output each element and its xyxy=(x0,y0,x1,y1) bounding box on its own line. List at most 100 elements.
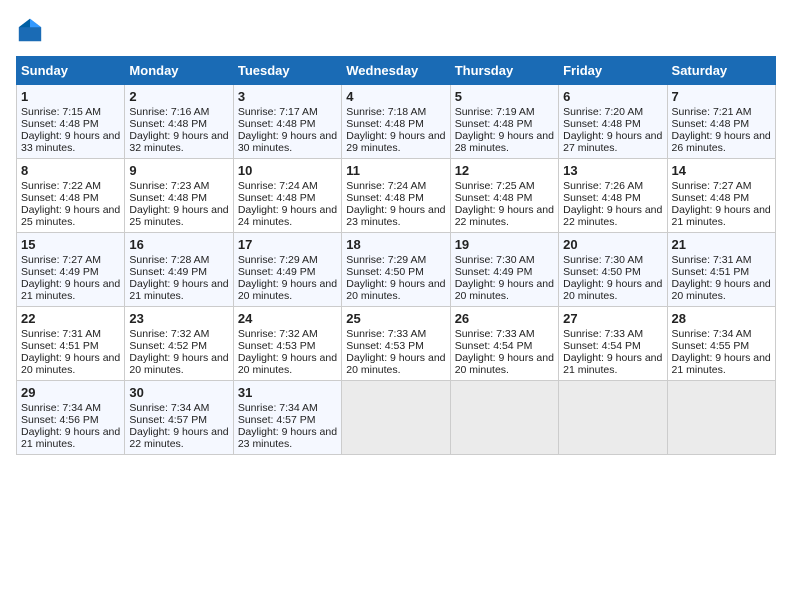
calendar-cell: 16Sunrise: 7:28 AMSunset: 4:49 PMDayligh… xyxy=(125,233,233,307)
calendar-week-row: 15Sunrise: 7:27 AMSunset: 4:49 PMDayligh… xyxy=(17,233,776,307)
calendar-cell: 1Sunrise: 7:15 AMSunset: 4:48 PMDaylight… xyxy=(17,85,125,159)
day-number: 22 xyxy=(21,311,120,326)
column-header-thursday: Thursday xyxy=(450,57,558,85)
daylight-text: Daylight: 9 hours and 23 minutes. xyxy=(346,204,445,228)
sunset-text: Sunset: 4:48 PM xyxy=(346,118,424,130)
sunrise-text: Sunrise: 7:23 AM xyxy=(129,180,209,192)
sunrise-text: Sunrise: 7:30 AM xyxy=(455,254,535,266)
daylight-text: Daylight: 9 hours and 27 minutes. xyxy=(563,130,662,154)
sunset-text: Sunset: 4:54 PM xyxy=(455,340,533,352)
daylight-text: Daylight: 9 hours and 22 minutes. xyxy=(563,204,662,228)
sunset-text: Sunset: 4:49 PM xyxy=(21,266,99,278)
day-number: 7 xyxy=(672,89,771,104)
day-number: 20 xyxy=(563,237,662,252)
sunset-text: Sunset: 4:48 PM xyxy=(455,118,533,130)
sunrise-text: Sunrise: 7:22 AM xyxy=(21,180,101,192)
day-number: 26 xyxy=(455,311,554,326)
day-number: 15 xyxy=(21,237,120,252)
day-number: 18 xyxy=(346,237,445,252)
sunrise-text: Sunrise: 7:26 AM xyxy=(563,180,643,192)
calendar-cell: 12Sunrise: 7:25 AMSunset: 4:48 PMDayligh… xyxy=(450,159,558,233)
day-number: 9 xyxy=(129,163,228,178)
sunrise-text: Sunrise: 7:31 AM xyxy=(21,328,101,340)
daylight-text: Daylight: 9 hours and 33 minutes. xyxy=(21,130,120,154)
daylight-text: Daylight: 9 hours and 24 minutes. xyxy=(238,204,337,228)
daylight-text: Daylight: 9 hours and 21 minutes. xyxy=(672,352,771,376)
day-number: 6 xyxy=(563,89,662,104)
calendar-cell: 15 Sunrise: 7:27 AMSunset: 4:49 PMDayligh… xyxy=(17,233,125,307)
daylight-text: Daylight: 9 hours and 20 minutes. xyxy=(21,352,120,376)
calendar-cell: 5Sunrise: 7:19 AMSunset: 4:48 PMDaylight… xyxy=(450,85,558,159)
sunset-text: Sunset: 4:48 PM xyxy=(129,192,207,204)
calendar-table: SundayMondayTuesdayWednesdayThursdayFrid… xyxy=(16,56,776,455)
calendar-cell: 17Sunrise: 7:29 AMSunset: 4:49 PMDayligh… xyxy=(233,233,341,307)
sunrise-text: Sunrise: 7:18 AM xyxy=(346,106,426,118)
sunset-text: Sunset: 4:57 PM xyxy=(129,414,207,426)
calendar-cell: 23Sunrise: 7:32 AMSunset: 4:52 PMDayligh… xyxy=(125,307,233,381)
sunset-text: Sunset: 4:48 PM xyxy=(455,192,533,204)
day-number: 28 xyxy=(672,311,771,326)
logo-icon xyxy=(16,16,44,44)
calendar-week-row: 1Sunrise: 7:15 AMSunset: 4:48 PMDaylight… xyxy=(17,85,776,159)
column-header-monday: Monday xyxy=(125,57,233,85)
daylight-text: Daylight: 9 hours and 21 minutes. xyxy=(21,278,120,302)
sunrise-text: Sunrise: 7:15 AM xyxy=(21,106,101,118)
day-number: 5 xyxy=(455,89,554,104)
calendar-week-row: 22Sunrise: 7:31 AMSunset: 4:51 PMDayligh… xyxy=(17,307,776,381)
daylight-text: Daylight: 9 hours and 20 minutes. xyxy=(238,352,337,376)
daylight-text: Daylight: 9 hours and 20 minutes. xyxy=(346,352,445,376)
sunset-text: Sunset: 4:56 PM xyxy=(21,414,99,426)
calendar-cell: 13Sunrise: 7:26 AMSunset: 4:48 PMDayligh… xyxy=(559,159,667,233)
calendar-cell: 19Sunrise: 7:30 AMSunset: 4:49 PMDayligh… xyxy=(450,233,558,307)
day-number: 1 xyxy=(21,89,120,104)
column-header-saturday: Saturday xyxy=(667,57,775,85)
calendar-cell: 11Sunrise: 7:24 AMSunset: 4:48 PMDayligh… xyxy=(342,159,450,233)
day-number: 21 xyxy=(672,237,771,252)
sunset-text: Sunset: 4:48 PM xyxy=(563,118,641,130)
sunset-text: Sunset: 4:49 PM xyxy=(129,266,207,278)
sunrise-text: Sunrise: 7:27 AM xyxy=(672,180,752,192)
sunrise-text: Sunrise: 7:33 AM xyxy=(455,328,535,340)
sunrise-text: Sunrise: 7:25 AM xyxy=(455,180,535,192)
day-number: 3 xyxy=(238,89,337,104)
sunrise-text: Sunrise: 7:33 AM xyxy=(346,328,426,340)
calendar-cell: 27Sunrise: 7:33 AMSunset: 4:54 PMDayligh… xyxy=(559,307,667,381)
calendar-cell xyxy=(667,381,775,455)
sunset-text: Sunset: 4:50 PM xyxy=(563,266,641,278)
day-number: 2 xyxy=(129,89,228,104)
day-number: 8 xyxy=(21,163,120,178)
daylight-text: Daylight: 9 hours and 20 minutes. xyxy=(455,278,554,302)
daylight-text: Daylight: 9 hours and 21 minutes. xyxy=(672,204,771,228)
day-number: 31 xyxy=(238,385,337,400)
sunset-text: Sunset: 4:48 PM xyxy=(346,192,424,204)
calendar-cell: 4Sunrise: 7:18 AMSunset: 4:48 PMDaylight… xyxy=(342,85,450,159)
daylight-text: Daylight: 9 hours and 20 minutes. xyxy=(346,278,445,302)
sunrise-text: Sunrise: 7:30 AM xyxy=(563,254,643,266)
sunset-text: Sunset: 4:53 PM xyxy=(346,340,424,352)
page-header xyxy=(16,16,776,44)
sunrise-text: Sunrise: 7:34 AM xyxy=(129,402,209,414)
sunset-text: Sunset: 4:48 PM xyxy=(238,192,316,204)
daylight-text: Daylight: 9 hours and 23 minutes. xyxy=(238,426,337,450)
day-number: 29 xyxy=(21,385,120,400)
sunset-text: Sunset: 4:48 PM xyxy=(672,118,750,130)
sunset-text: Sunset: 4:52 PM xyxy=(129,340,207,352)
day-number: 16 xyxy=(129,237,228,252)
daylight-text: Daylight: 9 hours and 20 minutes. xyxy=(563,278,662,302)
sunrise-text: Sunrise: 7:27 AM xyxy=(21,254,101,266)
sunset-text: Sunset: 4:49 PM xyxy=(455,266,533,278)
daylight-text: Daylight: 9 hours and 26 minutes. xyxy=(672,130,771,154)
day-number: 13 xyxy=(563,163,662,178)
calendar-cell: 2Sunrise: 7:16 AMSunset: 4:48 PMDaylight… xyxy=(125,85,233,159)
day-number: 14 xyxy=(672,163,771,178)
column-header-tuesday: Tuesday xyxy=(233,57,341,85)
sunset-text: Sunset: 4:48 PM xyxy=(129,118,207,130)
day-number: 23 xyxy=(129,311,228,326)
daylight-text: Daylight: 9 hours and 30 minutes. xyxy=(238,130,337,154)
daylight-text: Daylight: 9 hours and 25 minutes. xyxy=(21,204,120,228)
sunrise-text: Sunrise: 7:24 AM xyxy=(238,180,318,192)
sunrise-text: Sunrise: 7:32 AM xyxy=(129,328,209,340)
column-header-friday: Friday xyxy=(559,57,667,85)
day-number: 4 xyxy=(346,89,445,104)
sunrise-text: Sunrise: 7:19 AM xyxy=(455,106,535,118)
